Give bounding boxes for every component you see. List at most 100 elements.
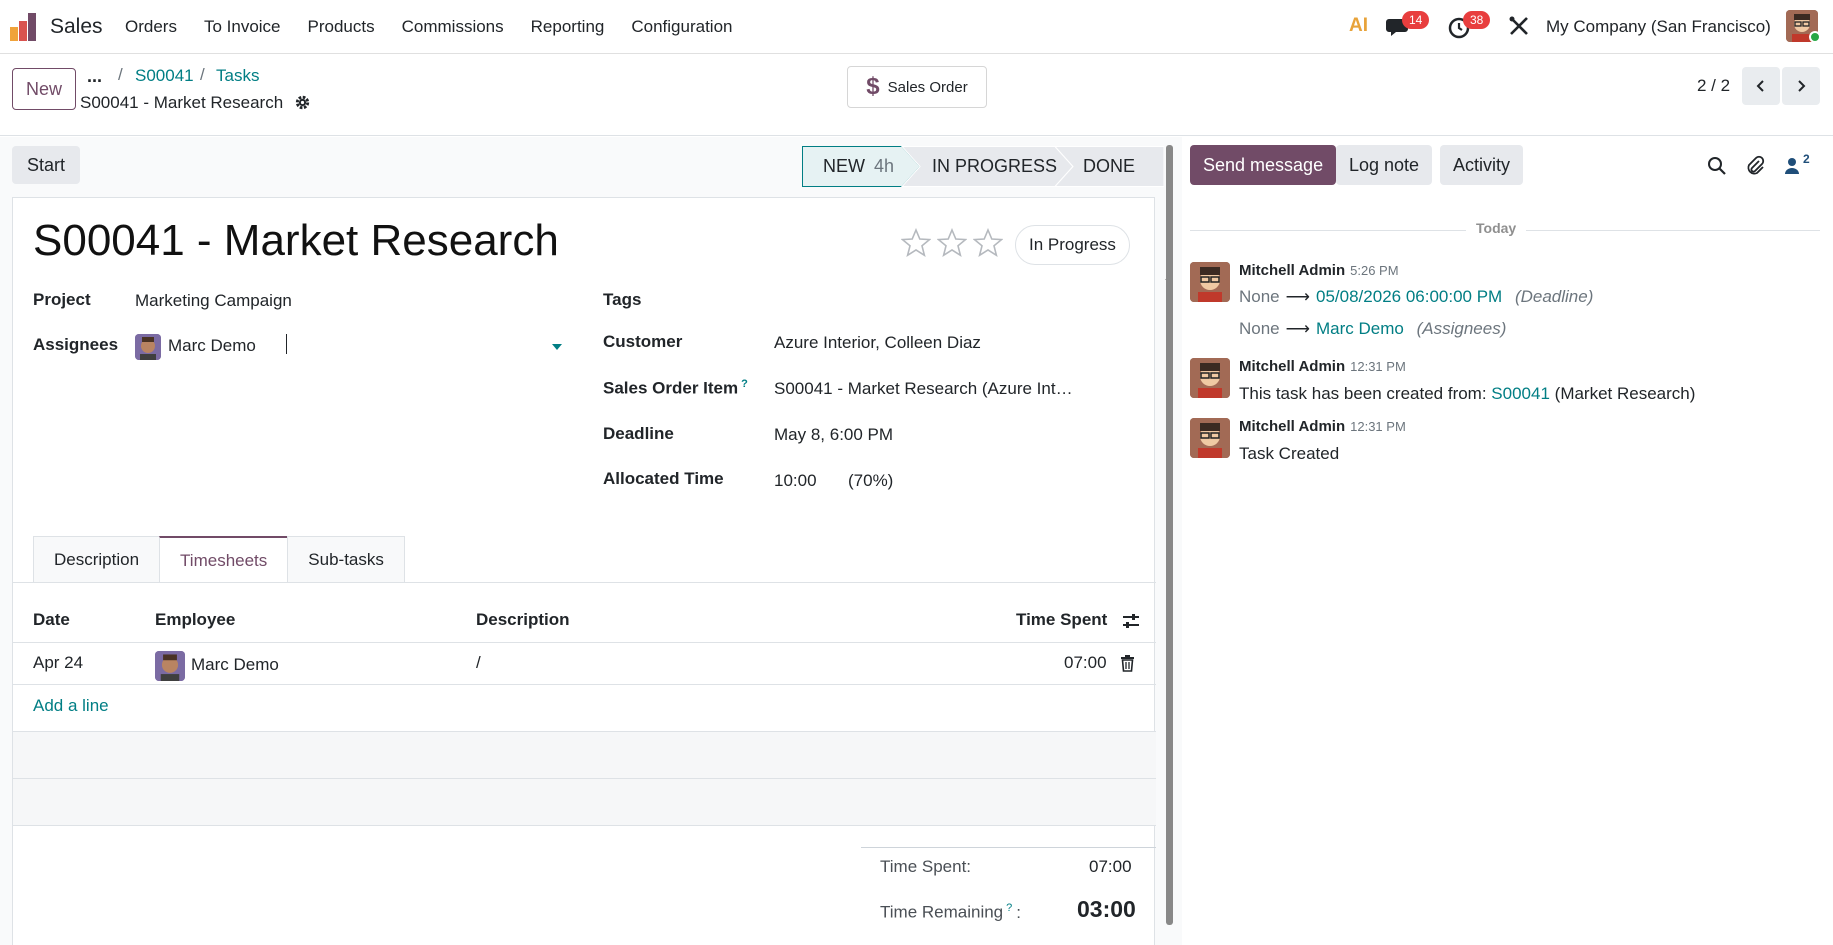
column-time-spent[interactable]: Time Spent — [1016, 610, 1107, 630]
menu-orders[interactable]: Orders — [125, 17, 177, 37]
customer-label: Customer — [603, 332, 683, 351]
breadcrumb-sales-order[interactable]: S00041 — [135, 66, 194, 86]
start-button[interactable]: Start — [12, 146, 80, 184]
priority-stars — [901, 228, 1003, 258]
sales-order-label: Sales Order — [887, 78, 968, 96]
row-description[interactable]: / — [476, 653, 481, 673]
stage-new[interactable]: NEW 4h — [823, 146, 894, 186]
state-badge[interactable]: In Progress — [1015, 225, 1130, 265]
stage-done[interactable]: DONE — [1083, 146, 1135, 186]
author-avatar[interactable] — [1190, 358, 1230, 398]
text-cursor — [286, 334, 287, 354]
assignees-dropdown-icon[interactable] — [552, 344, 562, 350]
message-author: Mitchell Admin 5:26 PM — [1239, 262, 1399, 279]
breadcrumb-tasks[interactable]: Tasks — [216, 66, 259, 86]
time-remaining-value: 03:00 — [1077, 896, 1136, 922]
allocated-time-percent: (70%) — [848, 471, 894, 490]
stage-new-duration: 4h — [874, 155, 895, 176]
message-time: 5:26 PM — [1350, 263, 1399, 278]
allocated-time-label: Allocated Time — [603, 469, 724, 488]
menu-to-invoice[interactable]: To Invoice — [204, 17, 281, 37]
dollar-icon: $ — [866, 73, 880, 100]
ai-icon[interactable]: AI — [1349, 15, 1368, 37]
project-field[interactable]: Marketing Campaign — [135, 291, 292, 311]
activity-button[interactable]: Activity — [1440, 145, 1524, 185]
paperclip-icon[interactable] — [1744, 155, 1766, 177]
company-switcher[interactable]: My Company (San Francisco) — [1546, 17, 1771, 37]
add-line-link[interactable]: Add a line — [33, 696, 109, 716]
tracking-line-assignees: None ⟶ Marc Demo (Assignees) — [1239, 319, 1506, 339]
author-avatar-icon — [1190, 262, 1230, 302]
trash-icon[interactable] — [1120, 655, 1135, 672]
star-icon[interactable] — [901, 228, 931, 258]
field-name: (Assignees) — [1416, 319, 1507, 338]
customer-field[interactable]: Azure Interior, Colleen Diaz — [774, 333, 981, 353]
gear-icon[interactable] — [294, 94, 311, 111]
debug-tools-icon[interactable] — [1507, 14, 1531, 38]
form-sheet: S00041 - Market Research In Progress Pro… — [12, 197, 1156, 945]
pager-previous-button[interactable] — [1742, 67, 1780, 105]
help-icon[interactable]: ? — [741, 378, 748, 390]
sales-order-item-field[interactable]: S00041 - Market Research (Azure Int… — [774, 379, 1073, 399]
tracking-line-deadline: None ⟶ 05/08/2026 06:00:00 PM (Deadline) — [1239, 287, 1593, 307]
column-employee[interactable]: Employee — [155, 610, 235, 630]
control-panel: New ... / S00041 / Tasks S00041 - Market… — [0, 54, 1833, 136]
breadcrumb-more-icon[interactable]: ... — [87, 66, 102, 87]
message-author: Mitchell Admin 12:31 PM — [1239, 358, 1406, 375]
row-date[interactable]: Apr 24 — [33, 653, 83, 673]
time-remaining-colon: : — [1016, 902, 1021, 922]
notebook-tabs: Description Timesheets Sub-tasks — [33, 536, 405, 583]
time-remaining-label-text: Time Remaining — [880, 902, 1004, 922]
allocated-time-field[interactable]: 10:00 — [774, 471, 817, 491]
pager-next-button[interactable] — [1782, 67, 1820, 105]
menu-commissions[interactable]: Commissions — [402, 17, 504, 37]
tab-timesheets[interactable]: Timesheets — [159, 536, 289, 583]
today-label: Today — [1466, 220, 1527, 236]
stage-in-progress-label: IN PROGRESS — [932, 155, 1058, 176]
log-note-button[interactable]: Log note — [1336, 145, 1433, 185]
tab-sub-tasks[interactable]: Sub-tasks — [287, 536, 405, 583]
menu-configuration[interactable]: Configuration — [631, 17, 732, 37]
row-time-spent[interactable]: 07:00 — [1064, 653, 1107, 673]
column-description[interactable]: Description — [476, 610, 570, 630]
menu-reporting[interactable]: Reporting — [531, 17, 605, 37]
arrow-right-icon: ⟶ — [1285, 319, 1311, 338]
sales-order-link[interactable]: S00041 — [1491, 384, 1550, 403]
sales-app-icon[interactable] — [10, 13, 40, 41]
app-name[interactable]: Sales — [50, 15, 103, 39]
column-date[interactable]: Date — [33, 610, 70, 630]
row-employee[interactable]: Marc Demo — [191, 655, 279, 675]
optional-columns-icon[interactable] — [1121, 612, 1141, 630]
author-name[interactable]: Mitchell Admin — [1239, 358, 1345, 375]
sales-order-smart-button[interactable]: $ Sales Order — [847, 66, 987, 108]
stage-in-progress[interactable]: IN PROGRESS — [932, 146, 1057, 186]
tabs-divider — [13, 582, 1156, 583]
followers-icon[interactable] — [1783, 155, 1805, 177]
header-divider — [13, 642, 1156, 643]
time-remaining-label: Time Remaining?: — [880, 902, 1021, 923]
star-icon[interactable] — [973, 228, 1003, 258]
deadline-field[interactable]: May 8, 6:00 PM — [774, 425, 893, 445]
chevron-left-icon — [1756, 80, 1764, 92]
form-scrollbar[interactable] — [1166, 145, 1173, 925]
pager-value[interactable]: 2 / 2 — [1697, 76, 1730, 96]
assignee-avatar-icon — [135, 334, 161, 360]
send-message-button[interactable]: Send message — [1190, 145, 1337, 185]
tab-description[interactable]: Description — [33, 536, 161, 583]
new-button[interactable]: New — [12, 68, 76, 110]
task-title[interactable]: S00041 - Market Research — [33, 216, 559, 266]
menu-products[interactable]: Products — [308, 17, 375, 37]
author-avatar[interactable] — [1190, 262, 1230, 302]
assignee-tag[interactable]: Marc Demo — [168, 336, 256, 356]
stage-done-label: DONE — [1083, 155, 1136, 176]
tags-label: Tags — [603, 290, 642, 309]
author-name[interactable]: Mitchell Admin — [1239, 418, 1345, 435]
star-icon[interactable] — [937, 228, 967, 258]
help-icon[interactable]: ? — [1006, 902, 1012, 914]
author-avatar[interactable] — [1190, 418, 1230, 458]
search-icon[interactable] — [1706, 155, 1728, 177]
author-name[interactable]: Mitchell Admin — [1239, 262, 1345, 279]
activities-count-badge: 38 — [1463, 11, 1491, 29]
chevron-right-icon — [1798, 80, 1806, 92]
field-name: (Deadline) — [1514, 287, 1594, 306]
